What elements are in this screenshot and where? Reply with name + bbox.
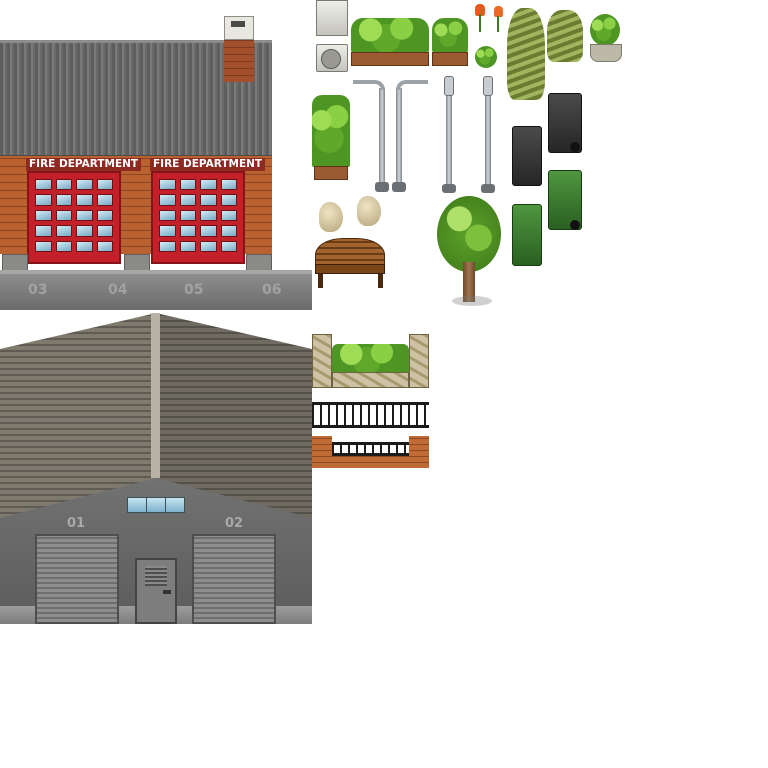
bay-number: 01 bbox=[67, 516, 86, 531]
fire-department-sign-left: FIRE DEPARTMENT bbox=[26, 158, 142, 171]
lot-number: 03 bbox=[28, 282, 48, 298]
rock bbox=[319, 202, 343, 232]
hedge-long bbox=[351, 18, 429, 52]
tree-crown bbox=[437, 196, 501, 272]
round-bush bbox=[475, 46, 497, 68]
wooden-bench-seat bbox=[315, 264, 385, 274]
lot-number: 06 bbox=[262, 282, 282, 298]
stone-pot bbox=[590, 44, 622, 62]
stone-wall-base bbox=[332, 372, 409, 388]
street-lamp-left-pole bbox=[379, 88, 385, 184]
bin-wheel bbox=[570, 142, 580, 152]
fire-garage-door-left[interactable] bbox=[27, 171, 121, 264]
hedge-planter-vertical bbox=[314, 166, 348, 180]
post-lamp-head bbox=[444, 76, 454, 96]
bench-leg bbox=[378, 274, 383, 288]
stone-post-left bbox=[312, 334, 332, 388]
bench-leg bbox=[318, 274, 323, 288]
post-lamp-base bbox=[481, 184, 495, 193]
bay-number: 02 bbox=[225, 516, 244, 531]
fire-garage-door-right[interactable] bbox=[151, 171, 245, 264]
post-lamp-base bbox=[442, 184, 456, 193]
tree-shadow bbox=[452, 296, 492, 306]
street-lamp-base bbox=[392, 182, 406, 192]
hedge-short bbox=[432, 18, 468, 52]
green-wheelie-bin-front bbox=[512, 204, 542, 266]
chimney-vent bbox=[224, 16, 254, 40]
low-railing bbox=[332, 442, 409, 456]
wooden-bench-back bbox=[315, 238, 385, 266]
medium-shrub bbox=[547, 10, 583, 62]
chimney bbox=[224, 38, 254, 82]
fan-grille-icon bbox=[321, 49, 341, 69]
steel-door[interactable] bbox=[135, 558, 177, 624]
brick-wall-base bbox=[312, 456, 429, 468]
street-lamp-right-arm bbox=[396, 80, 428, 90]
lot-number: 05 bbox=[184, 282, 204, 298]
fire-department-sign-right: FIRE DEPARTMENT bbox=[150, 158, 266, 171]
tulip-stem bbox=[479, 14, 481, 32]
hedge-vertical bbox=[312, 95, 350, 167]
potted-plant bbox=[590, 14, 620, 46]
rolling-shutter-right[interactable] bbox=[192, 534, 276, 624]
tulip-stem bbox=[497, 16, 499, 32]
black-wheelie-bin-front bbox=[512, 126, 542, 186]
air-conditioner-fan-unit bbox=[316, 44, 348, 72]
warehouse-window bbox=[127, 497, 185, 513]
post-lamp-head bbox=[483, 76, 493, 96]
hedge-planter-long bbox=[351, 52, 429, 66]
roof-ridge bbox=[151, 313, 160, 478]
street-lamp-base bbox=[375, 182, 389, 192]
iron-fence bbox=[312, 402, 429, 428]
hedge-planter-short bbox=[432, 52, 468, 66]
tall-shrub bbox=[507, 8, 545, 100]
rock bbox=[357, 196, 381, 226]
lot-number: 04 bbox=[108, 282, 128, 298]
street-lamp-right-pole bbox=[396, 88, 402, 184]
air-conditioner-unit bbox=[316, 0, 348, 36]
street-lamp-left-arm bbox=[353, 80, 385, 90]
wall-hedge bbox=[332, 344, 409, 372]
rolling-shutter-left[interactable] bbox=[35, 534, 119, 624]
bin-wheel bbox=[570, 220, 580, 230]
stone-post-right bbox=[409, 334, 429, 388]
